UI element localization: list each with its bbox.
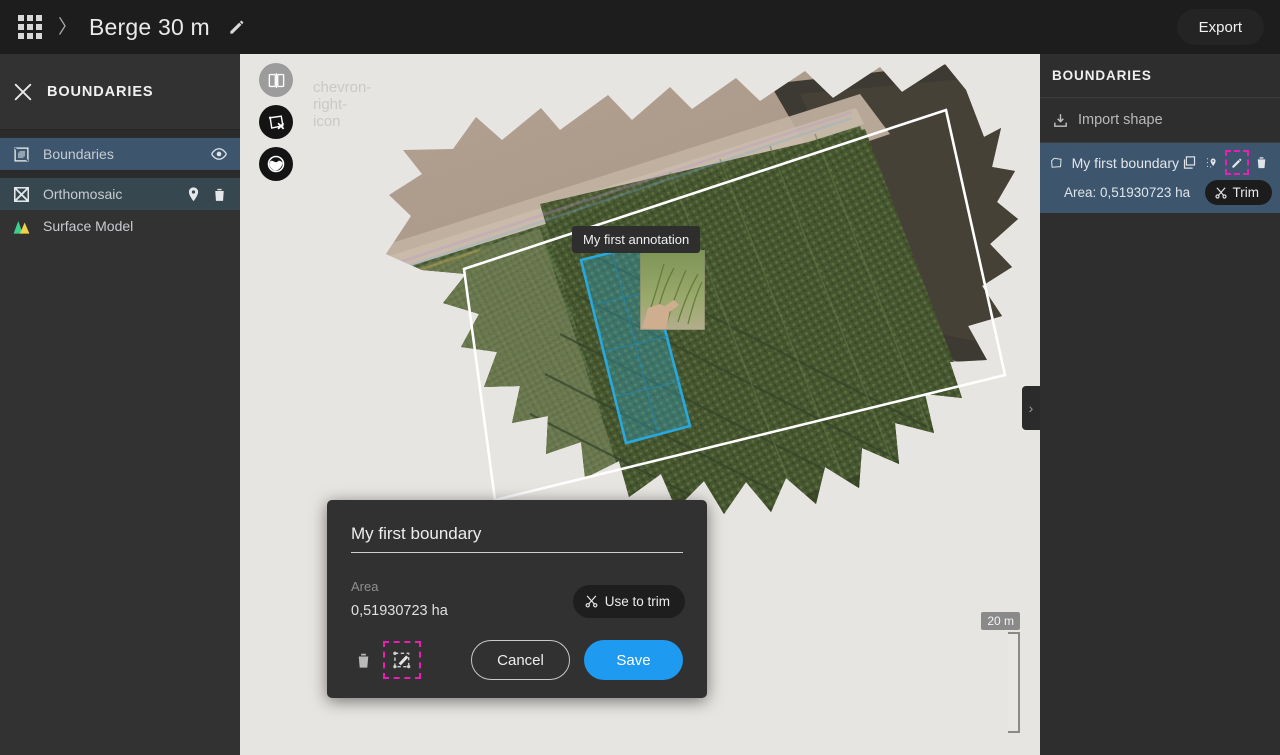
boundary-square-icon — [11, 144, 31, 164]
left-sidebar: BOUNDARIES Boundaries Orthomosaic Surfac… — [0, 54, 240, 755]
use-to-trim-button[interactable]: Use to trim — [572, 585, 685, 618]
boundary-row-sub: Area: 0,51930723 ha Trim — [1050, 180, 1272, 205]
boundary-area: Area: 0,51930723 ha — [1064, 185, 1191, 200]
eye-icon[interactable] — [208, 144, 230, 164]
close-x-icon[interactable] — [12, 81, 34, 103]
scissors-icon — [1214, 186, 1227, 199]
trash-icon[interactable] — [351, 647, 375, 673]
scale-label: 20 m — [981, 612, 1020, 630]
boundary-name: My first boundary — [1071, 154, 1179, 171]
surface-model-icon — [11, 216, 31, 236]
car — [283, 241, 307, 278]
sidebar-item-label: Orthomosaic — [43, 186, 123, 202]
sidebar-item-label: Boundaries — [43, 146, 114, 162]
trim-button[interactable]: Trim — [1204, 180, 1272, 205]
export-button[interactable]: Export — [1176, 9, 1264, 45]
import-shape-label: Import shape — [1078, 112, 1163, 128]
split-view-icon[interactable] — [259, 63, 293, 97]
app-root: 〉 Berge 30 m Export BOUNDARIES Boundarie… — [0, 0, 1280, 755]
boundary-actions — [1179, 150, 1272, 175]
use-to-trim-label: Use to trim — [604, 594, 670, 609]
right-panel-toggle[interactable]: › — [1022, 386, 1040, 430]
edit-pencil-icon[interactable] — [1225, 150, 1249, 175]
right-panel-title: BOUNDARIES — [1040, 54, 1280, 98]
scale-bar: 20 m — [981, 612, 1020, 733]
scissors-icon — [585, 595, 598, 608]
breadcrumb-separator: 〉 — [58, 16, 78, 38]
edit-shape-icon[interactable] — [383, 641, 421, 679]
scale-bar-line — [1008, 632, 1020, 733]
annotation-tooltip: My first annotation — [572, 226, 701, 253]
chevron-right-icon[interactable]: chevron-right-icon — [313, 79, 371, 130]
pencil-icon[interactable] — [226, 16, 248, 38]
sidebar-item-boundaries[interactable]: Boundaries — [0, 138, 240, 170]
orthomosaic-icon — [11, 184, 31, 204]
boundary-name-input[interactable] — [351, 524, 683, 553]
trash-icon[interactable] — [1251, 152, 1272, 173]
save-button[interactable]: Save — [584, 640, 683, 680]
annotation-photo[interactable] — [640, 250, 705, 330]
import-download-icon — [1054, 113, 1067, 127]
import-shape-button[interactable]: Import shape — [1040, 98, 1280, 143]
globe-3d-icon[interactable] — [259, 147, 293, 181]
duplicate-icon[interactable] — [1179, 152, 1200, 173]
boundary-tool-icon[interactable] — [259, 105, 293, 139]
polygon-icon — [1051, 157, 1062, 168]
map-tool-group: chevron-right-icon — [259, 63, 371, 189]
sidebar-header: BOUNDARIES — [0, 54, 240, 130]
boundary-edit-dialog: Area 0,51930723 ha Use to trim — [327, 500, 707, 698]
boundary-row-main: My first boundary — [1050, 150, 1272, 175]
dialog-footer: Cancel Save — [351, 640, 683, 680]
right-panel: BOUNDARIES Import shape My first boundar… — [1040, 54, 1280, 755]
grid-apps-icon[interactable] — [18, 15, 42, 39]
top-bar: 〉 Berge 30 m Export — [0, 0, 1280, 54]
sidebar-item-label: Surface Model — [43, 218, 134, 234]
sidebar-divider — [0, 130, 240, 138]
sidebar-item-surface-model[interactable]: Surface Model — [0, 210, 240, 242]
page-title: Berge 30 m — [89, 13, 210, 40]
boundary-list-item[interactable]: My first boundary Area: 0,51930723 ha Tr… — [1040, 143, 1280, 213]
trash-icon[interactable] — [208, 184, 230, 204]
sidebar-title: BOUNDARIES — [47, 83, 154, 100]
cancel-button[interactable]: Cancel — [471, 640, 570, 680]
pin-icon[interactable] — [182, 184, 204, 204]
sidebar-item-orthomosaic[interactable]: Orthomosaic — [0, 178, 240, 210]
locate-pin-icon[interactable] — [1202, 152, 1223, 173]
trim-label: Trim — [1232, 185, 1260, 200]
sidebar-divider-2 — [0, 170, 240, 178]
